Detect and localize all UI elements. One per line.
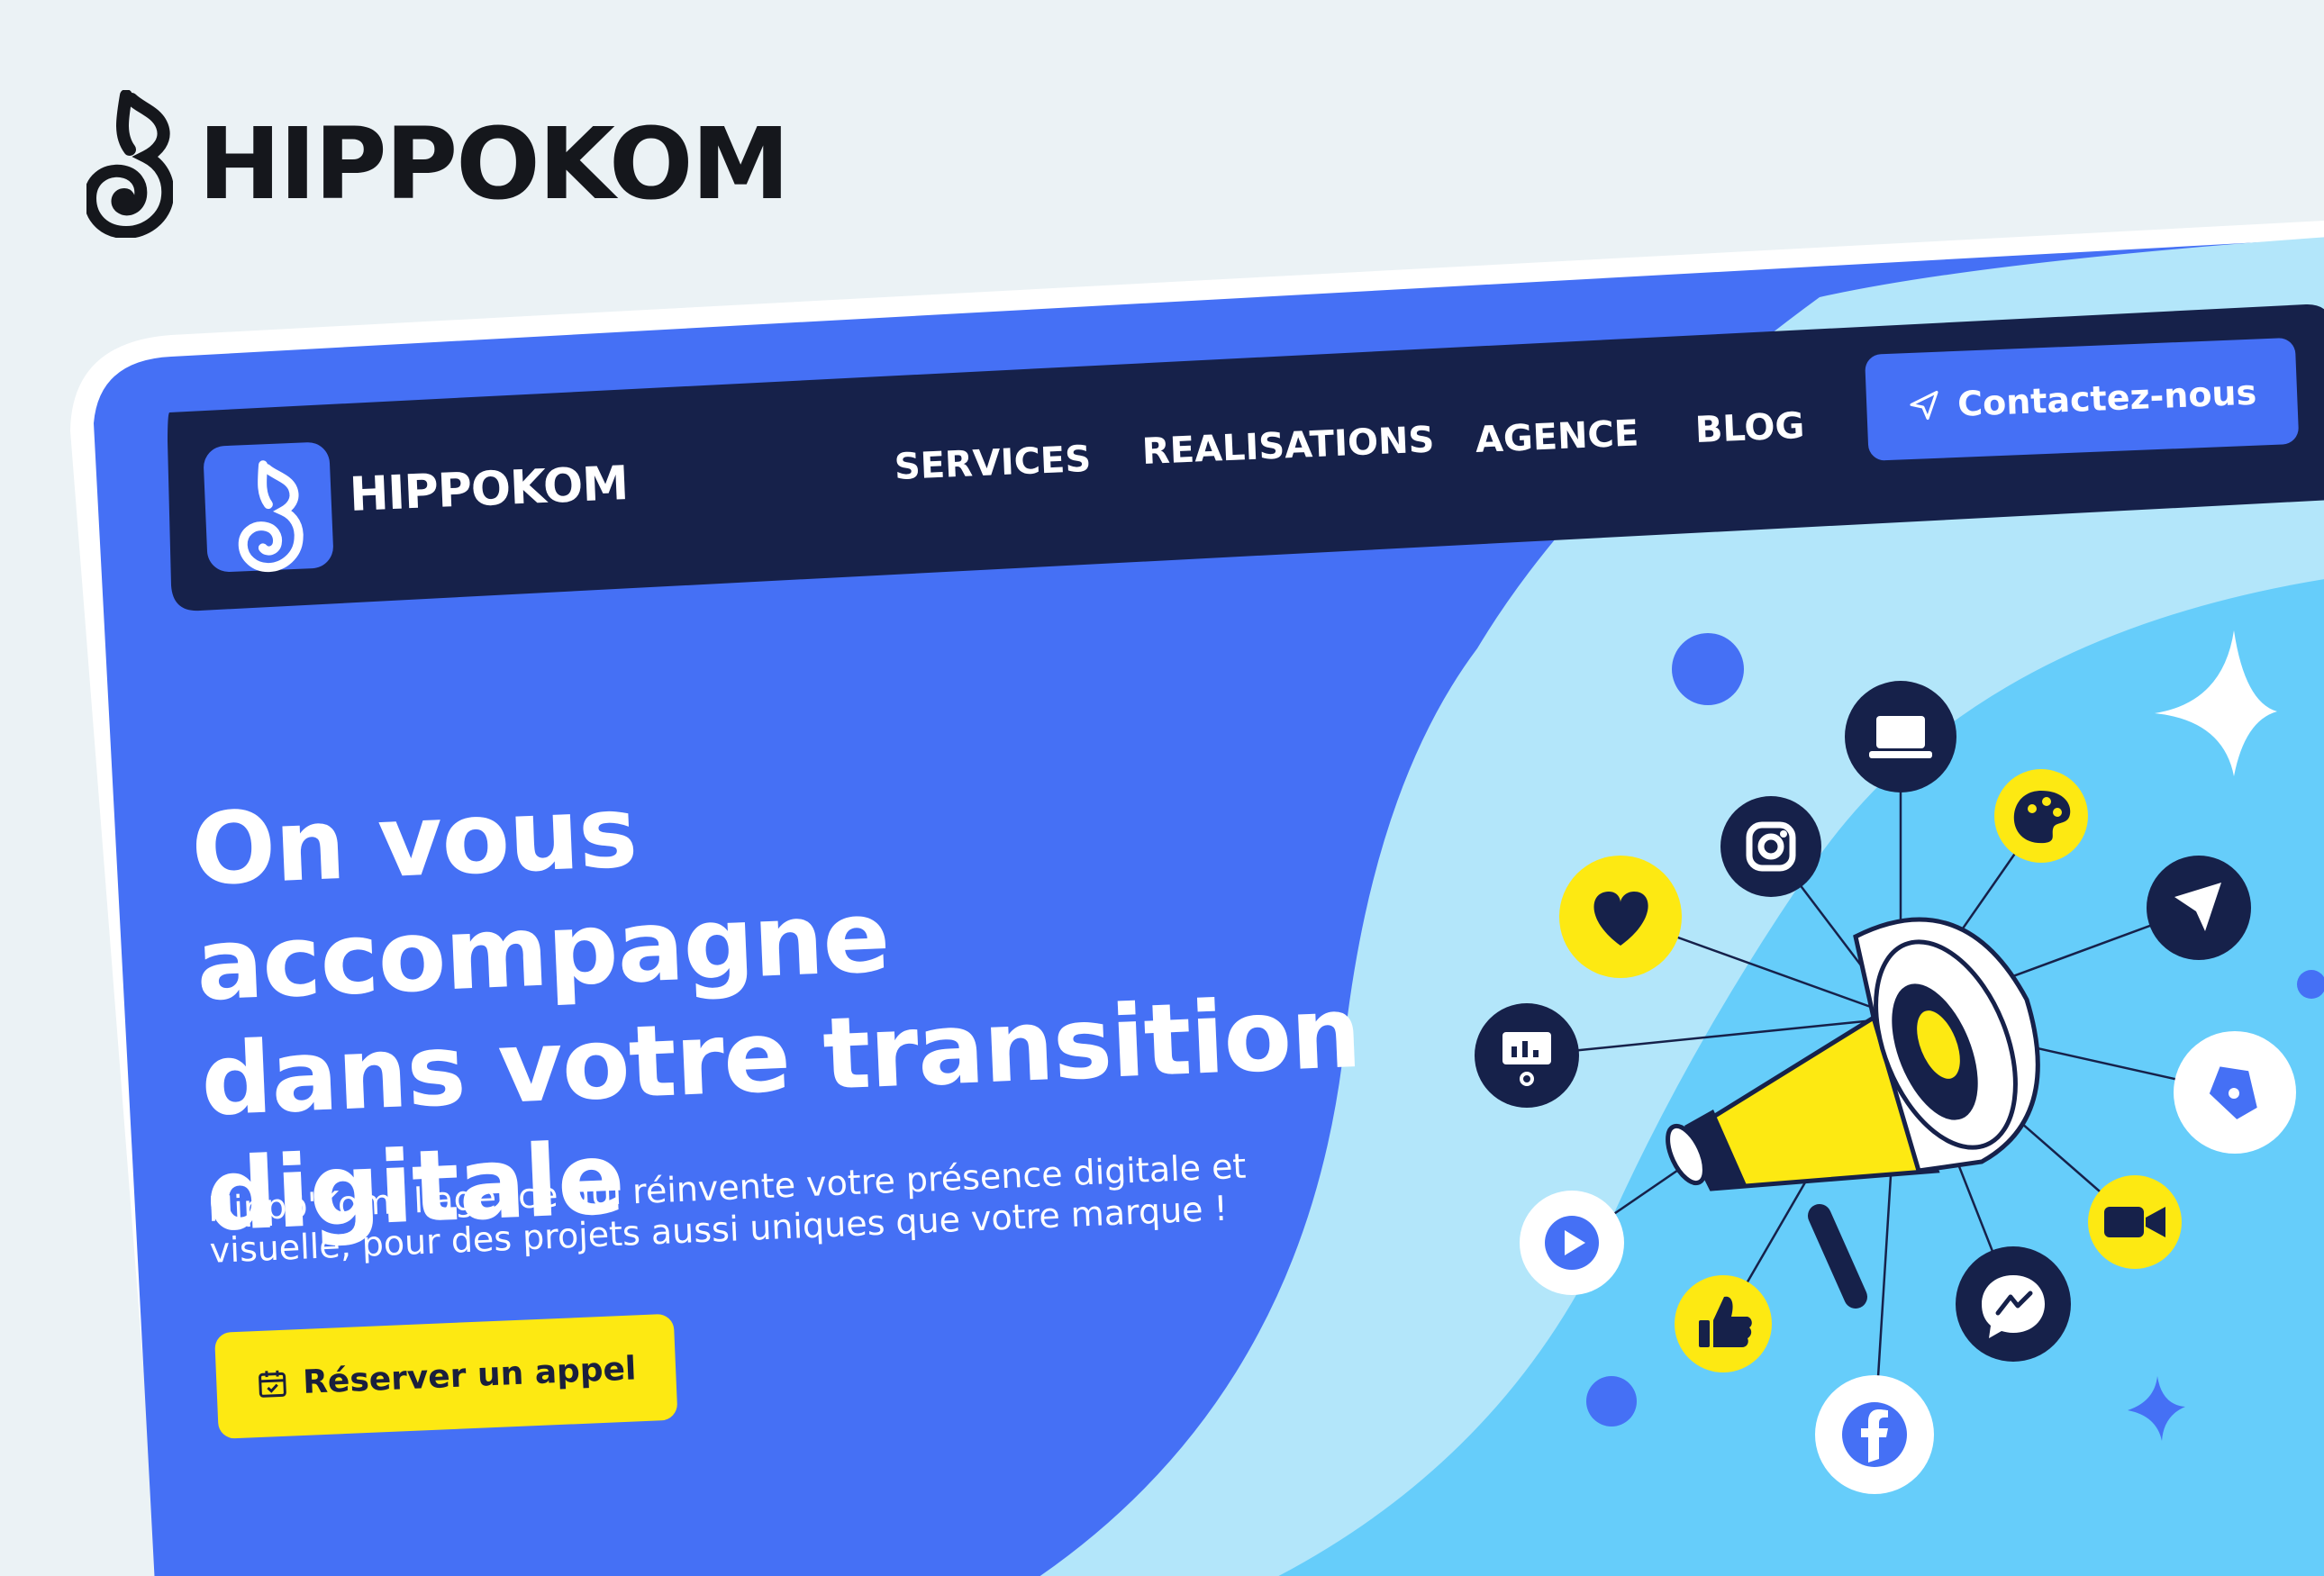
nav-logo[interactable] <box>203 441 334 573</box>
dot-decoration <box>1586 1376 1637 1427</box>
heart-icon <box>1559 856 1682 978</box>
laptop-icon <box>1845 681 1956 793</box>
nav-link-blog[interactable]: BLOG <box>1694 405 1805 451</box>
dot-decoration <box>1672 633 1744 705</box>
contact-button-label: Contactez-nous <box>1956 372 2257 424</box>
video-camera-icon <box>2088 1175 2182 1269</box>
messenger-icon <box>1956 1246 2071 1362</box>
send-icon <box>2147 856 2251 960</box>
play-icon <box>1520 1191 1624 1295</box>
send-icon <box>1910 390 1938 421</box>
facebook-icon <box>1815 1375 1934 1494</box>
nav-link-services[interactable]: SERVICES <box>894 439 1092 488</box>
contact-button[interactable]: Contactez-nous <box>1865 337 2300 461</box>
nav-link-agence[interactable]: AGENCE <box>1475 412 1639 461</box>
presentation-icon <box>1475 1003 1579 1108</box>
thumbs-up-icon <box>1675 1275 1772 1372</box>
book-call-button[interactable]: Réserver un appel <box>214 1313 678 1439</box>
palette-icon <box>1994 769 2088 863</box>
pen-nib-icon <box>2174 1031 2296 1154</box>
calendar-check-icon <box>258 1370 286 1398</box>
book-call-button-label: Réserver un appel <box>302 1349 638 1401</box>
instagram-icon <box>1720 796 1821 897</box>
